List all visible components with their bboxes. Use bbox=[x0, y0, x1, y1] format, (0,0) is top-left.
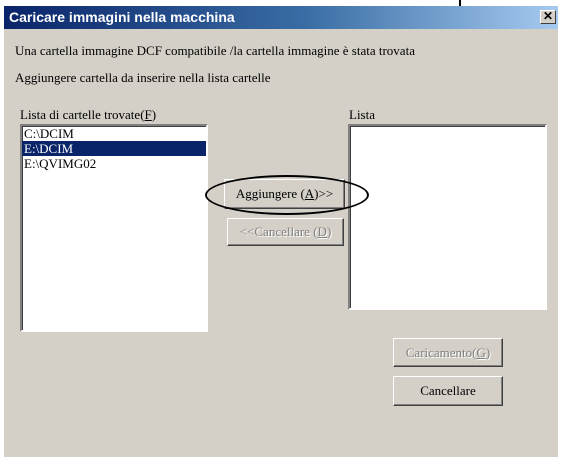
instruction-message: Aggiungere cartella da inserire nella li… bbox=[15, 70, 271, 85]
cancel-button[interactable]: Cancellare bbox=[393, 376, 503, 406]
found-folders-list[interactable]: C:\DCIM E:\DCIM E:\QVIMG02 bbox=[20, 124, 208, 332]
window-title: Caricare immagini nella macchina bbox=[9, 9, 235, 25]
close-icon: ✕ bbox=[542, 9, 554, 23]
remove-button[interactable]: <<Cancellare (D) bbox=[227, 218, 344, 246]
close-button[interactable]: ✕ bbox=[540, 10, 556, 24]
info-message: Una cartella immagine DCF compatibile /l… bbox=[15, 43, 415, 58]
target-list-label: Lista bbox=[349, 107, 375, 122]
list-item[interactable]: E:\DCIM bbox=[22, 141, 206, 156]
target-folders-list[interactable] bbox=[348, 124, 547, 310]
list-item[interactable]: C:\DCIM bbox=[22, 126, 206, 141]
load-button[interactable]: Caricamento(G) bbox=[393, 338, 503, 367]
found-folders-label: Lista di cartelle trovate(F) bbox=[20, 107, 157, 122]
add-button[interactable]: Aggiungere (A)>> bbox=[224, 179, 345, 209]
list-item[interactable]: E:\QVIMG02 bbox=[22, 156, 206, 171]
dialog-window: Caricare immagini nella macchina ✕ Una c… bbox=[4, 6, 558, 457]
title-bar[interactable]: Caricare immagini nella macchina ✕ bbox=[4, 6, 558, 29]
